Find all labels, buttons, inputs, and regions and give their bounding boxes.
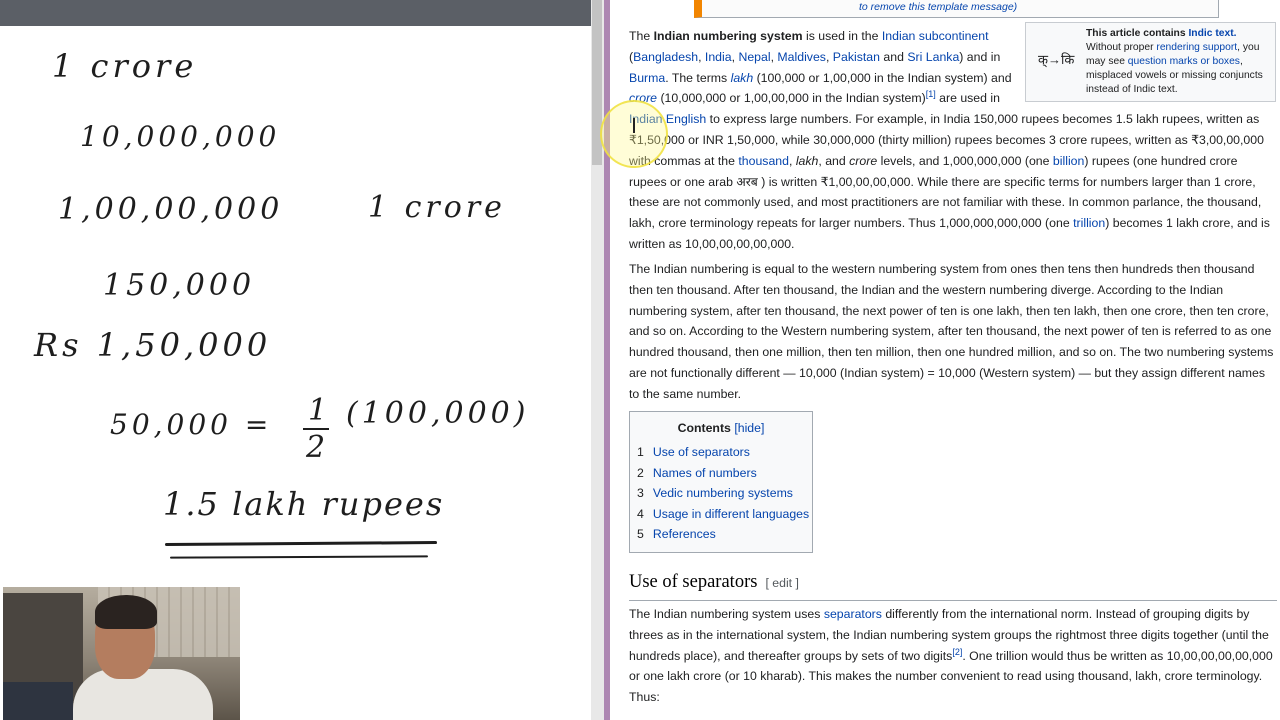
link-nepal[interactable]: Nepal (738, 50, 770, 64)
cursor-highlight-ring (600, 100, 668, 168)
toc-item[interactable]: 2 Names of numbers (637, 463, 757, 484)
toc-item[interactable]: 5 References (637, 524, 716, 545)
wikipedia-article: to remove this template message) The Ind… (610, 0, 1280, 720)
link-separators[interactable]: separators (824, 607, 882, 621)
presenter-webcam (3, 587, 240, 720)
whiteboard-canvas[interactable]: 1 crore 10,000,000 1,00,00,000 1 crore 1… (0, 0, 591, 720)
link-india[interactable]: India (705, 50, 732, 64)
handwriting-1-crore: 1 crore (52, 47, 198, 85)
reference-2[interactable]: [2] (952, 647, 962, 657)
link-lakh[interactable]: lakh (731, 71, 754, 85)
handwriting-rs-150000: Rs 1,50,000 (34, 326, 272, 364)
text-cursor-icon (633, 118, 635, 133)
article-subject: Indian numbering system (653, 29, 803, 43)
link-trillion[interactable]: trillion (1073, 216, 1105, 230)
handwriting-indian-crore: 1,00,00,000 (58, 192, 284, 227)
table-of-contents: Contents [hide] 1 Use of separators 2 Name… (629, 411, 813, 553)
handwriting-150000: 150,000 (103, 268, 256, 303)
toc-title: Contents (677, 421, 731, 435)
handwriting-100000: (100,000) (346, 396, 530, 431)
handwriting-50000-eq: 50,000 = (110, 408, 273, 441)
indic-text-notice: क्→कि This article contains Indic text. … (1025, 22, 1276, 102)
handwriting-crore-note: 1 crore (368, 190, 506, 225)
whiteboard-toolbar (0, 0, 591, 26)
link-billion[interactable]: billion (1053, 154, 1084, 168)
section-heading: Use of separators[ edit ] (629, 572, 1277, 601)
template-message-text[interactable]: to remove this template message) (859, 0, 1017, 18)
comparison-paragraph: The Indian numbering is equal to the wes… (629, 262, 1274, 401)
toc-item[interactable]: 4 Usage in different languages (637, 504, 809, 525)
handwriting-10000000: 10,000,000 (80, 120, 281, 153)
separators-paragraph: The Indian numbering system uses separat… (629, 607, 1273, 705)
template-message-box: to remove this template message) (694, 0, 1219, 18)
toc-hide-toggle[interactable]: [hide] (734, 421, 764, 435)
indic-script-icon: क्→कि (1038, 52, 1075, 67)
link-rendering-support[interactable]: rendering support (1156, 42, 1237, 53)
link-indian-subcontinent[interactable]: Indian subcontinent (882, 29, 989, 43)
link-thousand[interactable]: thousand (738, 154, 789, 168)
handwriting-fraction-numerator: 1 (308, 393, 328, 428)
handwriting-fraction-denominator: 2 (306, 430, 326, 465)
link-burma[interactable]: Burma (629, 71, 665, 85)
link-sri-lanka[interactable]: Sri Lanka (907, 50, 959, 64)
edit-section-link[interactable]: [ edit ] (765, 576, 799, 590)
underline-stroke (164, 541, 438, 546)
link-bangladesh[interactable]: Bangladesh (633, 50, 698, 64)
link-indic-text[interactable]: Indic text. (1188, 28, 1236, 39)
underline-stroke (169, 555, 429, 559)
reference-1[interactable]: [1] (926, 89, 936, 99)
link-maldives[interactable]: Maldives (777, 50, 826, 64)
toc-item[interactable]: 3 Vedic numbering systems (637, 483, 793, 504)
handwriting-1-5-lakh: 1.5 lakh rupees (163, 485, 445, 523)
link-pakistan[interactable]: Pakistan (833, 50, 880, 64)
toc-item[interactable]: 1 Use of separators (637, 442, 750, 463)
link-question-marks[interactable]: question marks or boxes (1128, 56, 1240, 67)
